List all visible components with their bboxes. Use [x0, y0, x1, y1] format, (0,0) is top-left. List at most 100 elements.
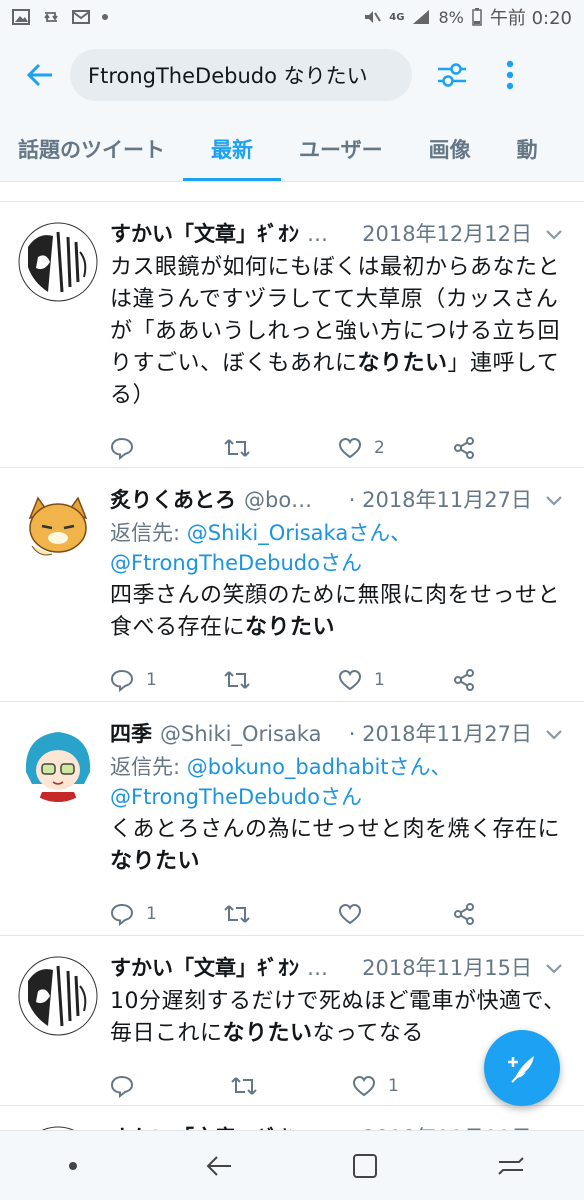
mail-icon — [72, 10, 90, 24]
display-name[interactable]: すかい「文章」ｷﾞｵﾝ — [110, 218, 299, 248]
reply-button[interactable]: 1 — [110, 668, 224, 692]
display-name[interactable]: すかい「文章」ｷﾞｵﾝ — [110, 1122, 299, 1130]
nav-home-button[interactable] — [335, 1136, 395, 1196]
tab-videos[interactable]: 動 — [517, 116, 538, 181]
retweet-button[interactable] — [231, 1074, 352, 1098]
tweet[interactable]: すかい「文章」ｷﾞｵﾝ … 2018年11月11日 — [0, 1106, 584, 1130]
like-button[interactable]: 2 — [338, 437, 452, 459]
display-name[interactable]: すかい「文章」ｷﾞｵﾝ — [110, 952, 299, 982]
mention-link[interactable]: @bokuno_badhabitさん、 — [187, 755, 452, 779]
retweet-icon — [224, 439, 250, 457]
avatar[interactable] — [18, 956, 98, 1036]
recents-icon — [498, 1156, 524, 1175]
retweet-icon — [224, 671, 250, 689]
manga-avatar-image — [18, 956, 98, 1036]
retweet-icon — [231, 1077, 257, 1095]
mention-link[interactable]: @Shiki_Orisakaさん、 — [187, 521, 411, 545]
like-count: 1 — [388, 1076, 399, 1096]
share-icon — [454, 669, 474, 691]
chevron-down-icon[interactable] — [542, 488, 566, 512]
retweet-button[interactable] — [224, 902, 338, 926]
chevron-down-icon[interactable] — [542, 222, 566, 246]
feather-plus-icon — [508, 1056, 534, 1083]
retweet-button[interactable] — [224, 668, 338, 692]
tweet-text-part: なってなる — [312, 1021, 424, 1046]
cartoon-avatar-image — [18, 488, 98, 568]
avatar[interactable] — [18, 722, 98, 802]
like-button[interactable]: 1 — [338, 669, 452, 691]
search-input[interactable]: FtrongTheDebudo なりたい — [70, 49, 412, 101]
reply-prefix: 返信先: — [110, 755, 187, 779]
highlighted-keyword: なりたい — [110, 849, 201, 874]
signal-icon — [413, 10, 430, 24]
reply-button[interactable]: 1 — [110, 902, 224, 926]
nav-dot-button[interactable] — [43, 1136, 103, 1196]
network-type: 4G — [389, 11, 405, 23]
avatar[interactable] — [18, 488, 98, 568]
reply-button[interactable] — [110, 436, 224, 460]
like-count: 1 — [374, 670, 385, 690]
retweet-button[interactable] — [224, 436, 338, 460]
tab-users[interactable]: ユーザー — [299, 116, 383, 181]
previous-tweet-edge — [0, 182, 584, 202]
overflow-menu-button[interactable] — [490, 45, 530, 105]
highlighted-keyword: なりたい — [357, 351, 448, 376]
share-icon — [454, 437, 474, 459]
handle[interactable]: @bo… — [244, 488, 312, 512]
like-button[interactable] — [338, 903, 452, 925]
reply-count: 1 — [146, 904, 157, 924]
tweet[interactable]: 炙りくあとろ @bo… · 2018年11月27日 返信先: @Shiki_Or… — [0, 468, 584, 702]
tweet-text: カス眼鏡が如何にもぼくは最初からあなたとは違うんですヅラしてて大草原（カッスさん… — [110, 252, 566, 412]
timestamp: 2018年12月12日 — [362, 222, 532, 246]
like-button[interactable]: 1 — [352, 1075, 473, 1097]
mention-link[interactable]: @FtrongTheDebudoさん — [110, 551, 362, 575]
timestamp: · 2018年11月27日 — [348, 722, 532, 746]
chevron-down-icon[interactable] — [542, 956, 566, 980]
manga-avatar-image — [18, 222, 98, 302]
search-header: FtrongTheDebudo なりたい — [0, 34, 584, 116]
dot-icon — [69, 1161, 77, 1170]
heart-icon — [352, 1075, 376, 1097]
display-name[interactable]: 炙りくあとろ — [110, 484, 236, 514]
more-vertical-icon — [506, 60, 514, 90]
tweet-feed[interactable]: すかい「文章」ｷﾞｵﾝ … 2018年12月12日 カス眼鏡が如何にもぼくは最初… — [0, 182, 584, 1130]
back-button[interactable] — [10, 45, 70, 105]
reply-icon — [110, 1075, 134, 1098]
tweet[interactable]: 四季 @Shiki_Orisaka · 2018年11月27日 返信先: @bo… — [0, 702, 584, 936]
nav-back-button[interactable] — [189, 1136, 249, 1196]
tweet[interactable]: すかい「文章」ｷﾞｵﾝ … 2018年12月12日 カス眼鏡が如何にもぼくは最初… — [0, 202, 584, 468]
reply-button[interactable] — [110, 1074, 231, 1098]
retweet-icon — [224, 905, 250, 923]
timestamp: 2018年11月11日 — [358, 1122, 532, 1130]
compose-tweet-button[interactable] — [484, 1030, 560, 1106]
retweet-notify-icon — [44, 12, 58, 22]
share-button[interactable] — [452, 902, 566, 926]
share-button[interactable] — [452, 436, 566, 460]
search-filter-button[interactable] — [422, 45, 482, 105]
home-square-icon — [353, 1153, 377, 1178]
handle[interactable]: @Shiki_Orisaka — [160, 722, 321, 746]
display-name[interactable]: 四季 — [110, 718, 152, 748]
tab-top[interactable]: 話題のツイート — [18, 116, 165, 181]
status-bar: 4G 8% 午前 0:20 — [0, 0, 584, 34]
chevron-down-icon[interactable] — [542, 722, 566, 746]
tab-images[interactable]: 画像 — [429, 116, 471, 181]
mute-icon — [365, 11, 382, 23]
reply-count: 1 — [146, 670, 157, 690]
tab-latest[interactable]: 最新 — [183, 116, 281, 181]
back-arrow-icon — [26, 63, 52, 87]
reply-icon — [110, 903, 134, 926]
system-nav-bar — [0, 1130, 584, 1200]
mention-link[interactable]: @FtrongTheDebudoさん — [110, 785, 362, 809]
handle[interactable]: … — [307, 956, 328, 980]
avatar[interactable] — [18, 222, 98, 302]
search-tabs: 話題のツイート 最新 ユーザー 画像 動 — [0, 116, 584, 182]
like-count: 2 — [374, 438, 385, 458]
battery-icon — [472, 8, 482, 26]
timestamp: 2018年11月15日 — [362, 956, 532, 980]
heart-icon — [338, 903, 362, 925]
handle[interactable]: … — [307, 222, 328, 246]
nav-recents-button[interactable] — [481, 1136, 541, 1196]
share-button[interactable] — [452, 668, 566, 692]
reply-icon — [110, 669, 134, 692]
